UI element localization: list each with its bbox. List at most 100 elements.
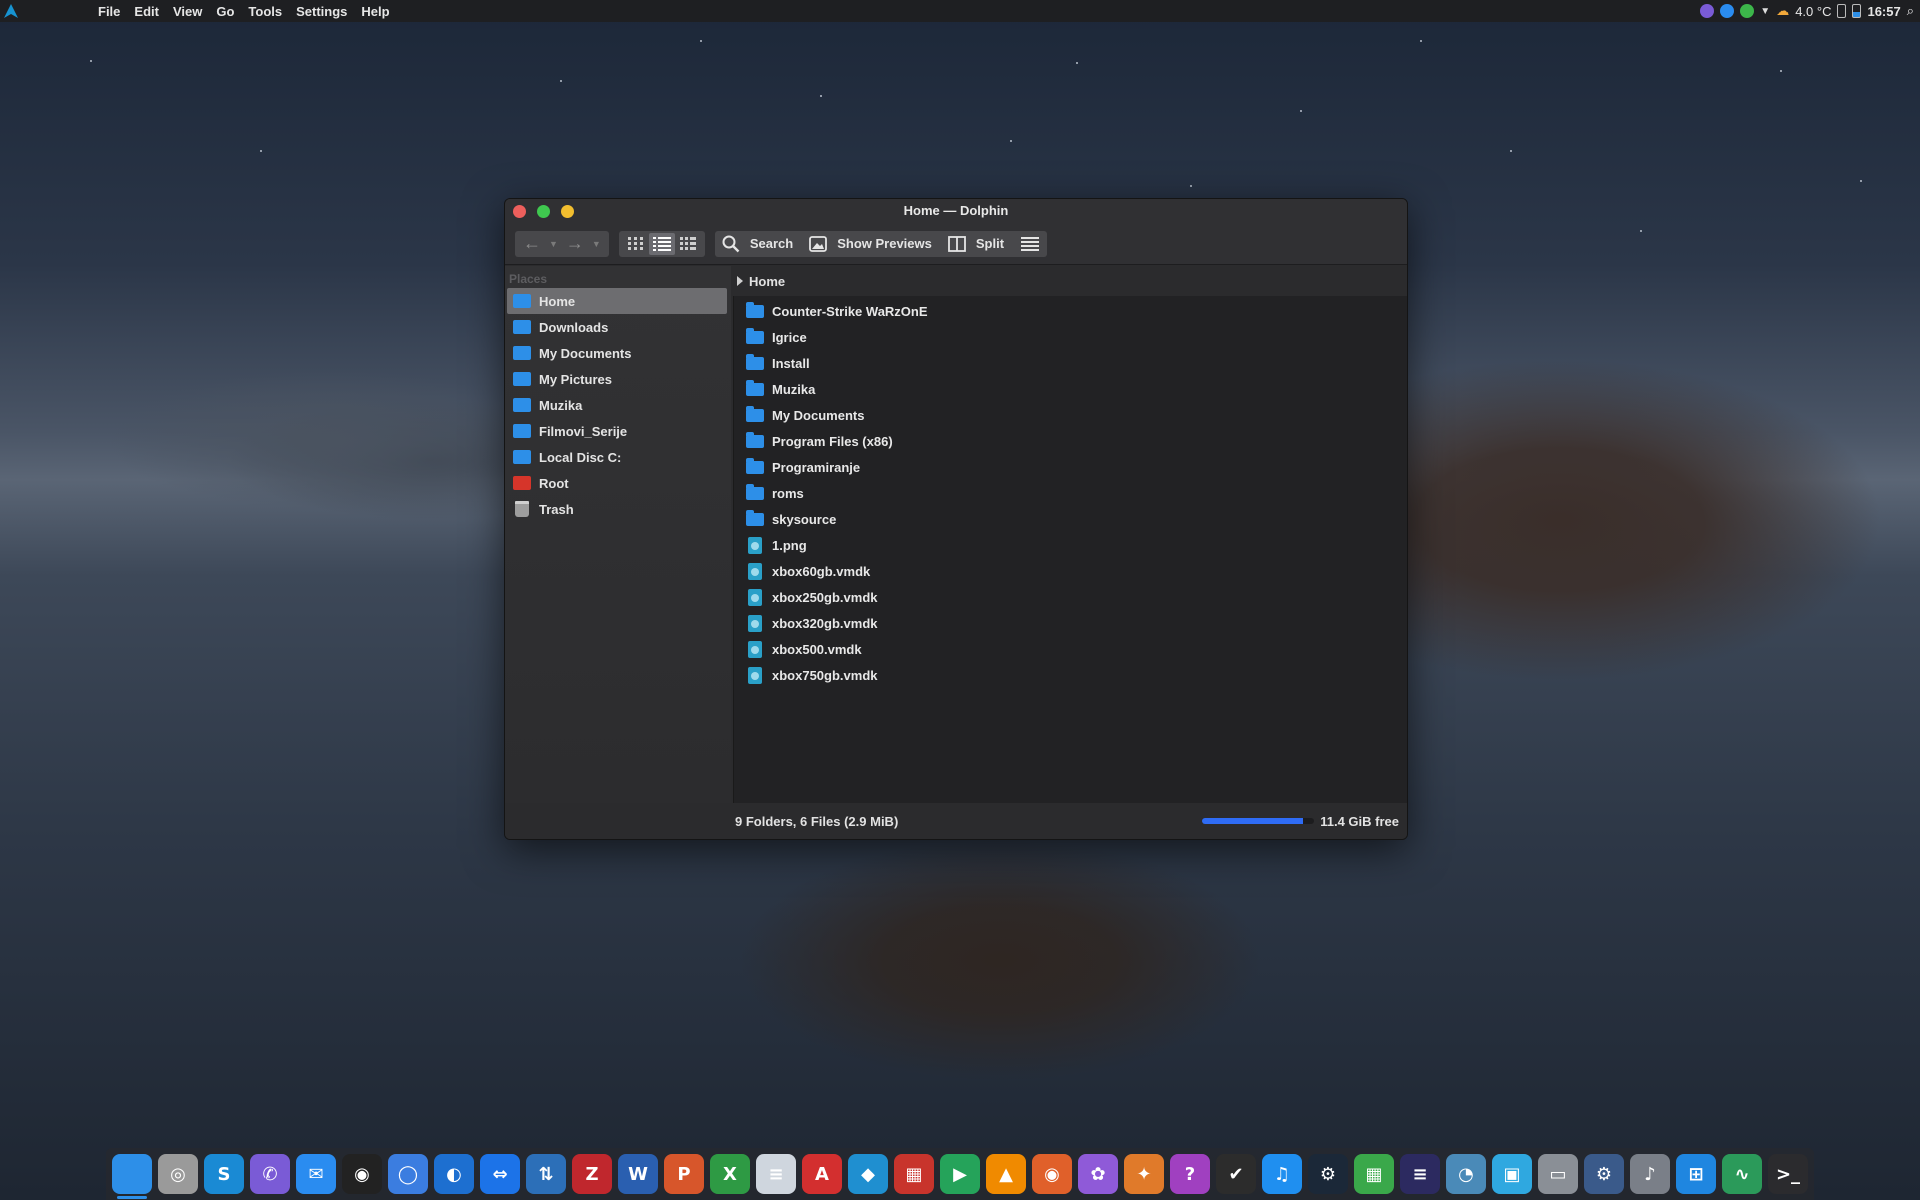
window-titlebar[interactable]: Home — Dolphin (505, 199, 1407, 223)
menu-tools[interactable]: Tools (248, 4, 282, 19)
chromium-icon[interactable]: ◯ (388, 1154, 428, 1194)
vlc-icon[interactable]: ▲ (986, 1154, 1026, 1194)
search-button[interactable]: Search (719, 233, 806, 255)
text-editor-icon[interactable]: ≡ (756, 1154, 796, 1194)
virtualbox-icon[interactable]: ▣ (1492, 1154, 1532, 1194)
breadcrumb[interactable]: Home (733, 266, 1407, 296)
file-manager-icon[interactable] (112, 1154, 152, 1199)
audio-editor-icon[interactable]: ♪ (1630, 1154, 1670, 1194)
remote-desktop-icon[interactable]: ▭ (1538, 1154, 1578, 1194)
terminal-icon[interactable]: >_ (1768, 1154, 1808, 1194)
menu-go[interactable]: Go (216, 4, 234, 19)
fsearch-icon[interactable]: ? (1170, 1154, 1210, 1194)
place-item[interactable]: Trash (507, 496, 727, 522)
place-item[interactable]: Filmovi_Serije (507, 418, 727, 444)
kodi-icon[interactable]: ◆ (848, 1154, 888, 1194)
folder-item[interactable]: My Documents (734, 402, 1407, 428)
place-item[interactable]: My Pictures (507, 366, 727, 392)
file-item[interactable]: xbox750gb.vmdk (734, 662, 1407, 688)
eclipse-icon[interactable]: ≡ (1400, 1154, 1440, 1194)
menu-settings[interactable]: Settings (296, 4, 347, 19)
app-launcher-button[interactable] (0, 0, 22, 22)
folder-item[interactable]: Programiranje (734, 454, 1407, 480)
skype-icon[interactable]: S (204, 1154, 244, 1194)
folder-item[interactable]: Counter-Strike WaRzOnE (734, 298, 1407, 324)
calc-icon[interactable]: X (710, 1154, 750, 1194)
place-item[interactable]: Downloads (507, 314, 727, 340)
breadcrumb-expand-icon[interactable] (737, 276, 743, 286)
viber-icon[interactable]: ✆ (250, 1154, 290, 1194)
control-menu-button[interactable] (1017, 233, 1043, 255)
impress-icon[interactable]: P (664, 1154, 704, 1194)
file-item[interactable]: xbox320gb.vmdk (734, 610, 1407, 636)
paint-icon[interactable]: ✿ (1078, 1154, 1118, 1194)
place-item[interactable]: Muzika (507, 392, 727, 418)
folder-item[interactable]: Install (734, 350, 1407, 376)
weather-temperature[interactable]: 4.0 °C (1795, 4, 1831, 19)
music-icon[interactable]: ♫ (1262, 1154, 1302, 1194)
file-list[interactable]: Counter-Strike WaRzOnE Igrice Install Muzik… (733, 296, 1407, 803)
place-item[interactable]: Home (507, 288, 727, 314)
folder-item[interactable]: roms (734, 480, 1407, 506)
windows-apps-icon[interactable]: ⊞ (1676, 1154, 1716, 1194)
weather-icon[interactable]: ☁ (1776, 3, 1789, 19)
forward-history-dropdown[interactable]: ▼ (592, 239, 601, 249)
writer-icon[interactable]: W (618, 1154, 658, 1194)
show-previews-button[interactable]: Show Previews (806, 233, 945, 255)
place-item[interactable]: My Documents (507, 340, 727, 366)
file-item[interactable]: xbox500.vmdk (734, 636, 1407, 662)
network-transfer-icon[interactable]: ⇅ (526, 1154, 566, 1194)
forward-button[interactable]: → (562, 233, 588, 255)
filezilla-icon[interactable]: Z (572, 1154, 612, 1194)
place-item[interactable]: Root (507, 470, 727, 496)
image-preview-icon (809, 235, 828, 252)
folder-item[interactable]: Program Files (x86) (734, 428, 1407, 454)
notification-icon[interactable] (1837, 4, 1847, 18)
messenger-tray-icon[interactable] (1720, 4, 1735, 18)
teamviewer-icon[interactable]: ⇔ (480, 1154, 520, 1194)
popcorn-icon[interactable]: ▦ (894, 1154, 934, 1194)
details-view-button[interactable] (675, 233, 701, 255)
file-item[interactable]: xbox60gb.vmdk (734, 558, 1407, 584)
battery-icon[interactable] (1852, 4, 1862, 18)
maximize-button[interactable] (561, 205, 574, 218)
back-button[interactable]: ← (519, 233, 545, 255)
messenger-icon[interactable]: ✉ (296, 1154, 336, 1194)
compact-view-button[interactable] (648, 232, 675, 255)
breadcrumb-home[interactable]: Home (749, 274, 785, 289)
file-item[interactable]: 1.png (734, 532, 1407, 558)
pdf-reader-icon[interactable]: A (802, 1154, 842, 1194)
folder-item[interactable]: Muzika (734, 376, 1407, 402)
viber-tray-icon[interactable] (1700, 4, 1715, 18)
free-space-indicator[interactable]: 11.4 GiB free (1202, 814, 1399, 829)
file-item[interactable]: xbox250gb.vmdk (734, 584, 1407, 610)
wireshark-icon[interactable]: ◔ (1446, 1154, 1486, 1194)
steam-icon[interactable]: ⚙ (1308, 1154, 1348, 1194)
system-settings-icon[interactable]: ⚙ (1584, 1154, 1624, 1194)
folder-item[interactable]: Igrice (734, 324, 1407, 350)
browser-icon[interactable]: ◐ (434, 1154, 474, 1194)
disk-utility-icon[interactable]: ◎ (158, 1154, 198, 1194)
disc-burner-icon[interactable]: ◉ (1032, 1154, 1072, 1194)
media-player-icon[interactable]: ▶ (940, 1154, 980, 1194)
camera-icon[interactable]: ◉ (342, 1154, 382, 1194)
tasks-icon[interactable]: ✔ (1216, 1154, 1256, 1194)
sync-ok-icon[interactable] (1740, 4, 1755, 18)
menu-edit[interactable]: Edit (134, 4, 159, 19)
icons-view-button[interactable] (623, 233, 649, 255)
split-button[interactable]: Split (945, 233, 1017, 255)
folder-item[interactable]: skysource (734, 506, 1407, 532)
menu-view[interactable]: View (173, 4, 202, 19)
tray-expand-icon[interactable]: ▼ (1760, 6, 1770, 17)
menu-help[interactable]: Help (361, 4, 389, 19)
search-icon[interactable]: ⌕ (1907, 3, 1914, 19)
gimp-icon[interactable]: ✦ (1124, 1154, 1164, 1194)
minimize-button[interactable] (537, 205, 550, 218)
close-button[interactable] (513, 205, 526, 218)
grid-apps-icon[interactable]: ▦ (1354, 1154, 1394, 1194)
place-item[interactable]: Local Disc C: (507, 444, 727, 470)
clock[interactable]: 16:57 (1867, 4, 1900, 19)
menu-file[interactable]: File (98, 4, 120, 19)
back-history-dropdown[interactable]: ▼ (549, 239, 558, 249)
system-monitor-icon[interactable]: ∿ (1722, 1154, 1762, 1194)
